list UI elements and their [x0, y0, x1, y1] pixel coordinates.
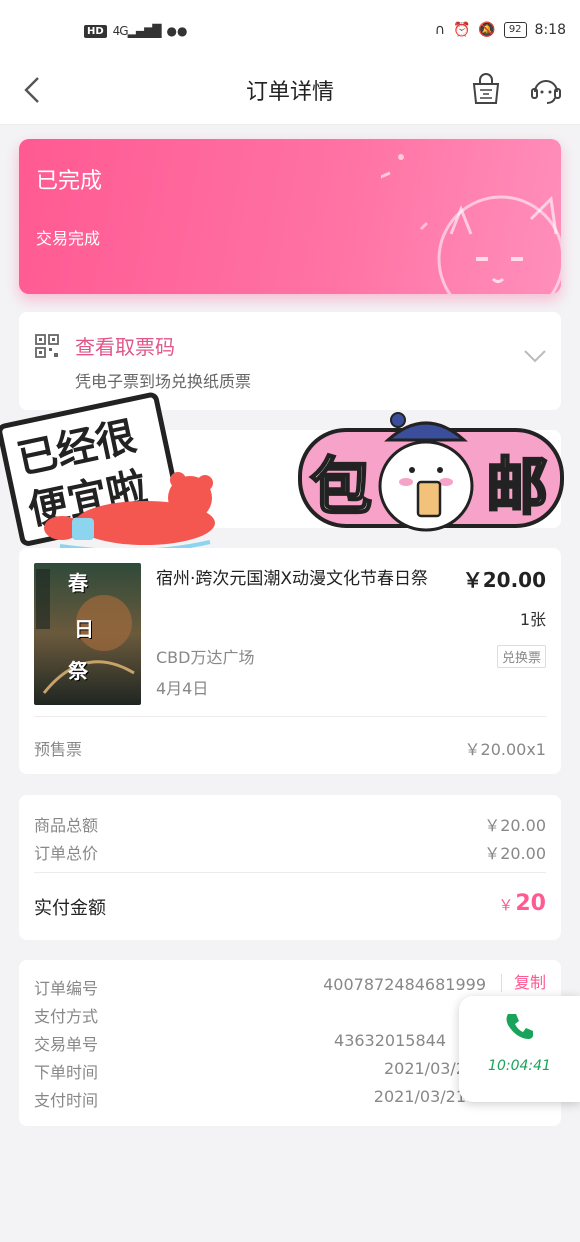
order-total-value: ￥20.00 [484, 844, 546, 863]
sticker-char-you: 邮 [486, 450, 548, 523]
divider [34, 872, 546, 873]
product-price: ￥20.00 [462, 568, 546, 592]
nav-bar: 订单详情 [0, 62, 580, 125]
poster-char-1: 春 [68, 571, 88, 595]
status-left: HD 4G▂▄▆█ ●● [84, 24, 187, 38]
shopping-bag-icon[interactable] [469, 72, 503, 106]
pay-time-value: 2021/03/21 [373, 1087, 466, 1106]
customer-service-icon[interactable] [529, 72, 563, 106]
call-timer: 10:04:41 [488, 1058, 551, 1074]
battery-icon: 92 [503, 22, 527, 38]
product-name[interactable]: 宿州·跨次元国潮X动漫文化节春日祭 [156, 566, 436, 592]
trade-no-label: 交易单号 [34, 1035, 99, 1054]
unit-price: ￥20.00x1 [464, 740, 546, 759]
headphone-icon: ∩ [434, 22, 445, 38]
paid-number: 20 [515, 891, 546, 916]
order-status-title: 已完成 [36, 169, 103, 194]
goods-total-label: 商品总额 [34, 816, 99, 835]
free-shipping-sticker: 包 邮 [298, 412, 564, 532]
product-card: 春 日 祭 宿州·跨次元国潮X动漫文化节春日祭 ￥20.00 1张 CBD万达广… [19, 548, 561, 774]
view-ticket-code-link[interactable]: 查看取票码 [75, 331, 175, 360]
product-venue: CBD万达广场 [156, 648, 255, 667]
hd-badge: HD [84, 24, 107, 38]
amount-card: 商品总额 ￥20.00 订单总价 ￥20.00 实付金额 ￥20 [19, 795, 561, 940]
paid-amount-label: 实付金额 [34, 898, 106, 919]
status-bar: HD 4G▂▄▆█ ●● ∩ ⏰ 🔕 92 8:18 [0, 0, 580, 62]
order-no-value: 4007872484681999 [323, 975, 486, 994]
goods-total-value: ￥20.00 [484, 816, 546, 835]
status-right: ∩ ⏰ 🔕 92 8:18 [435, 22, 566, 38]
chevron-down-icon[interactable] [523, 348, 547, 364]
trade-no-value: 43632015844 [334, 1031, 446, 1050]
battery-level: 92 [508, 24, 522, 35]
pay-time-label: 支付时间 [34, 1091, 99, 1110]
floating-call-widget[interactable]: 10:04:41 [459, 996, 580, 1102]
order-status-subtitle: 交易完成 [36, 229, 101, 248]
divider [34, 716, 546, 717]
pay-method-label: 支付方式 [34, 1007, 99, 1026]
event-poster[interactable]: 春 日 祭 [34, 563, 141, 705]
mascot-illustration [381, 154, 561, 294]
product-date: 4月4日 [156, 679, 209, 698]
ticket-type: 预售票 [34, 740, 83, 759]
mute-icon: 🔕 [478, 22, 496, 38]
clock: 8:18 [534, 22, 566, 38]
redeem-ticket-badge: 兑换票 [496, 645, 546, 668]
order-no-label: 订单编号 [34, 979, 99, 998]
order-time-label: 下单时间 [34, 1063, 99, 1082]
order-status-card: 已完成 交易完成 [19, 139, 561, 294]
copy-button[interactable]: 复制 [500, 974, 546, 992]
qr-code-icon [35, 334, 59, 358]
network-signal: 4G▂▄▆█ [112, 24, 162, 38]
paid-currency: ￥ [498, 896, 514, 914]
order-total-label: 订单总价 [34, 844, 99, 863]
poster-char-3: 祭 [68, 659, 88, 683]
paid-amount-value: ￥20 [498, 891, 546, 916]
alarm-icon: ⏰ [452, 22, 471, 38]
poster-char-2: 日 [74, 617, 94, 641]
phone-icon [506, 1014, 533, 1039]
network-label: 4G [112, 24, 129, 38]
order-time-value: 2021/03/2 [383, 1059, 466, 1078]
sticker-char-bao: 包 [310, 450, 372, 523]
wechat-icon: ●● [166, 24, 188, 38]
already-cheap-sticker: 已经很 便宜啦 [0, 392, 215, 554]
product-quantity: 1张 [519, 610, 546, 629]
